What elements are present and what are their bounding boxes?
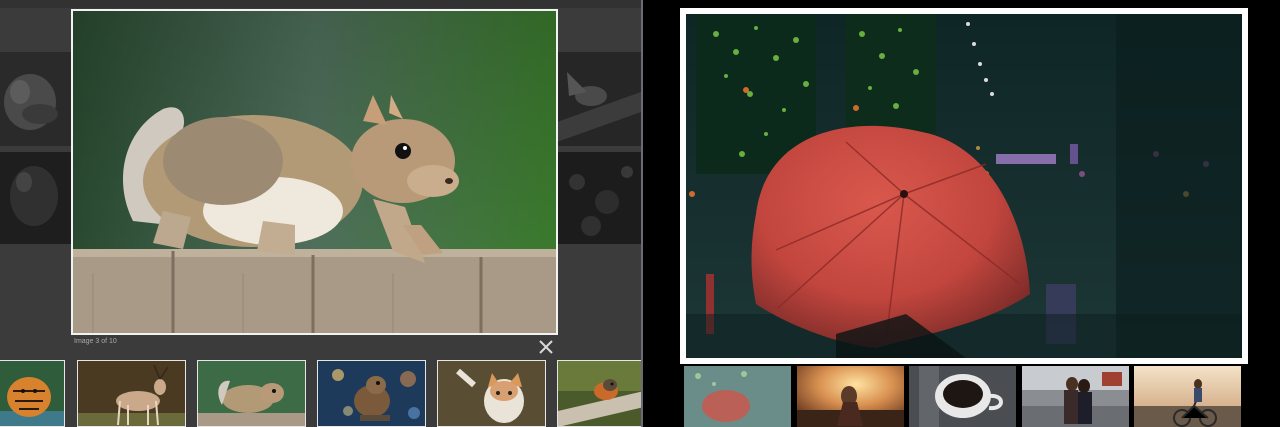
thumbnail-robin[interactable] xyxy=(557,360,641,427)
lightbox-viewer: Image 3 of 10 xyxy=(0,0,641,427)
gallery-thumbnail-sunset-portrait[interactable] xyxy=(797,366,904,427)
close-icon xyxy=(539,340,553,354)
gallery-thumbnail-umbrella[interactable] xyxy=(684,366,791,427)
previous-image-preview[interactable] xyxy=(0,52,72,244)
thumbnail-tiger[interactable] xyxy=(0,360,65,427)
thumbnail-deer[interactable] xyxy=(77,360,186,427)
gallery-thumbnail-couple-street[interactable] xyxy=(1022,366,1129,427)
photo-gallery xyxy=(643,0,1280,427)
main-image-red-umbrella xyxy=(686,14,1242,358)
thumbnail-squirrel[interactable] xyxy=(197,360,306,427)
close-button[interactable] xyxy=(536,337,556,357)
preview-bark-dark xyxy=(557,152,641,244)
preview-fox-dark xyxy=(0,52,72,146)
lightbox-top-bar xyxy=(0,0,641,8)
screenshot-root: Image 3 of 10 xyxy=(0,0,1280,427)
preview-bird-dark xyxy=(557,52,641,146)
thumbnail-bird-lights[interactable] xyxy=(317,360,426,427)
preview-animal-dark xyxy=(0,152,72,244)
image-counter-caption: Image 3 of 10 xyxy=(74,338,117,345)
gallery-main-frame xyxy=(680,8,1248,364)
thumbnail-cat[interactable] xyxy=(437,360,546,427)
gallery-thumbnail-bike-road[interactable] xyxy=(1134,366,1241,427)
next-image-preview[interactable] xyxy=(557,52,641,244)
main-image-squirrel xyxy=(71,9,558,335)
gallery-thumbnail-coffee-cup[interactable] xyxy=(909,366,1016,427)
